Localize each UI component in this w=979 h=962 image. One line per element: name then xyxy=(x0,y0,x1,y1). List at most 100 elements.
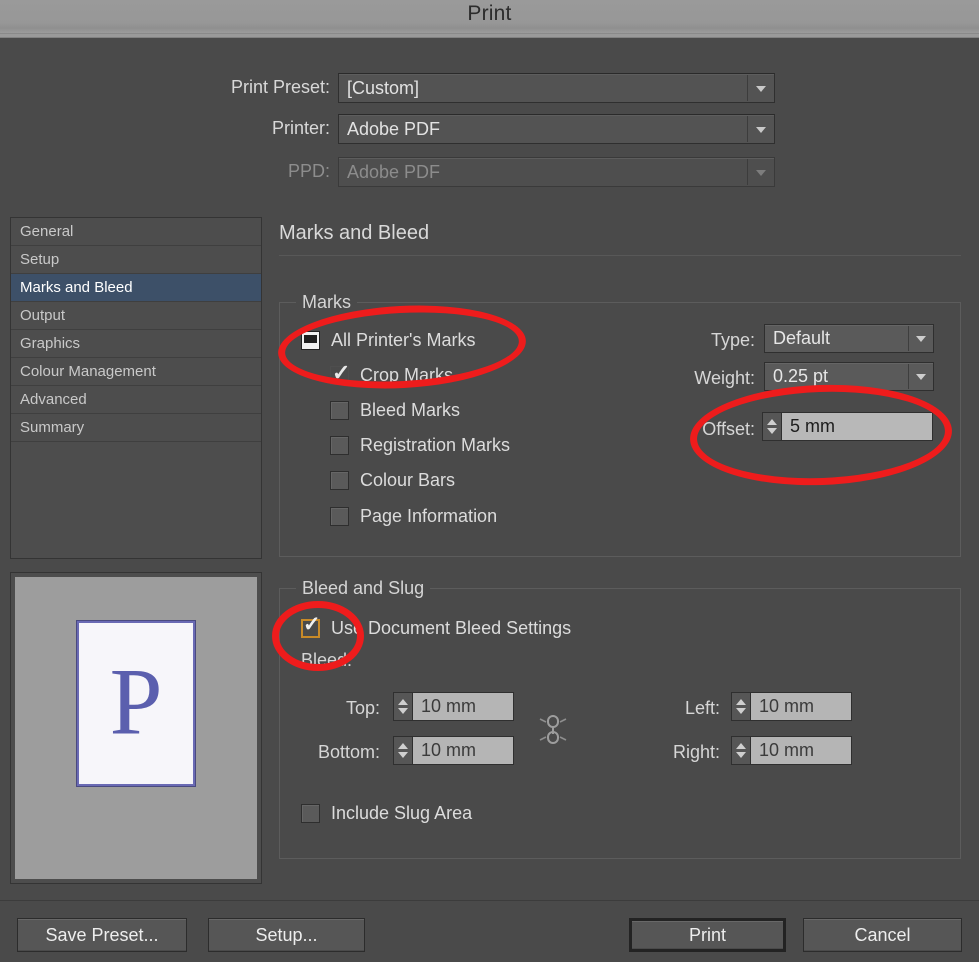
bleed-top-label: Top: xyxy=(345,698,380,718)
checkbox-all-printers-marks[interactable]: All Printer's Marks xyxy=(301,327,475,353)
bleed-bottom-value: 10 mm xyxy=(421,740,477,760)
ppd-row: PPD: xyxy=(150,157,330,187)
bleed-top-stepper[interactable]: 10 mm xyxy=(393,692,514,721)
mark-offset-stepper[interactable]: 5 mm xyxy=(762,412,933,441)
checkbox-bleed-marks[interactable]: Bleed Marks xyxy=(330,397,460,423)
stepper-down-icon[interactable] xyxy=(398,752,408,758)
category-list[interactable]: General Setup Marks and Bleed Output Gra… xyxy=(10,217,262,559)
sidebar-item-output[interactable]: Output xyxy=(11,302,261,330)
checkbox-checked-icon[interactable] xyxy=(330,360,350,386)
stepper-arrows-icon[interactable] xyxy=(731,692,750,721)
stepper-down-icon[interactable] xyxy=(736,708,746,714)
setup-button[interactable]: Setup... xyxy=(208,918,365,952)
chain-link-icon[interactable] xyxy=(538,713,568,747)
sidebar-item-general[interactable]: General xyxy=(11,218,261,246)
bleed-left-value: 10 mm xyxy=(759,696,815,716)
checkbox-use-document-bleed-settings[interactable]: Use Document Bleed Settings xyxy=(301,612,571,641)
chevron-down-icon[interactable] xyxy=(747,75,773,101)
bleed-top-row: Top: xyxy=(240,693,380,723)
checkbox-label: Page Information xyxy=(360,505,498,526)
ppd-label: PPD: xyxy=(287,161,330,181)
checkbox-label: Bleed Marks xyxy=(360,399,461,420)
bleed-right-input[interactable]: 10 mm xyxy=(750,736,852,765)
bleed-left-stepper[interactable]: 10 mm xyxy=(731,692,852,721)
checkbox-registration-marks[interactable]: Registration Marks xyxy=(330,432,510,458)
checkbox-empty-icon[interactable] xyxy=(330,470,349,490)
stepper-up-icon[interactable] xyxy=(736,699,746,705)
checkbox-empty-icon[interactable] xyxy=(330,435,349,455)
stepper-arrows-icon[interactable] xyxy=(393,692,412,721)
cancel-button[interactable]: Cancel xyxy=(803,918,962,952)
dialog-titlebar: Print xyxy=(0,0,979,33)
stepper-down-icon[interactable] xyxy=(736,752,746,758)
bleed-left-input[interactable]: 10 mm xyxy=(750,692,852,721)
ppd-dropdown: Adobe PDF xyxy=(338,157,775,187)
checkbox-checked-focused-icon[interactable] xyxy=(301,612,321,638)
page-preview-panel: P xyxy=(10,572,262,884)
sidebar-item-setup[interactable]: Setup xyxy=(11,246,261,274)
checkbox-crop-marks[interactable]: Crop Marks xyxy=(330,360,454,388)
checkbox-empty-icon[interactable] xyxy=(330,400,349,420)
mark-type-label: Type: xyxy=(710,330,755,350)
mark-type-dropdown[interactable]: Default xyxy=(764,324,934,353)
checkbox-label: All Printer's Marks xyxy=(331,329,476,350)
bleed-bottom-label: Bottom: xyxy=(317,742,380,762)
sidebar-item-label: Graphics xyxy=(20,335,81,352)
bleed-right-stepper[interactable]: 10 mm xyxy=(731,736,852,765)
sidebar-item-advanced[interactable]: Advanced xyxy=(11,386,261,414)
printer-value: Adobe PDF xyxy=(347,119,441,139)
mark-offset-input[interactable]: 5 mm xyxy=(781,412,933,441)
bleed-top-input[interactable]: 10 mm xyxy=(412,692,514,721)
category-list-empty-space xyxy=(11,442,261,552)
bleed-subheading: Bleed: xyxy=(301,650,353,670)
chevron-down-icon[interactable] xyxy=(908,326,932,351)
mark-offset-row: Offset: xyxy=(600,414,755,444)
save-preset-button[interactable]: Save Preset... xyxy=(17,918,187,952)
chevron-down-icon[interactable] xyxy=(908,364,932,389)
printer-dropdown[interactable]: Adobe PDF xyxy=(338,114,775,144)
checkbox-include-slug-area[interactable]: Include Slug Area xyxy=(301,800,472,826)
stepper-up-icon[interactable] xyxy=(398,743,408,749)
checkbox-mixed-icon[interactable] xyxy=(301,330,320,350)
bleed-right-value: 10 mm xyxy=(759,740,815,760)
stepper-up-icon[interactable] xyxy=(736,743,746,749)
sidebar-item-colour-management[interactable]: Colour Management xyxy=(11,358,261,386)
bleed-right-row: Right: xyxy=(590,737,720,767)
ppd-value: Adobe PDF xyxy=(347,162,441,182)
pane-title: Marks and Bleed xyxy=(279,222,430,244)
mark-offset-value: 5 mm xyxy=(790,416,835,436)
bleed-bottom-input[interactable]: 10 mm xyxy=(412,736,514,765)
checkbox-colour-bars[interactable]: Colour Bars xyxy=(330,467,455,493)
sidebar-item-label: Setup xyxy=(20,251,60,268)
sidebar-item-label: General xyxy=(20,223,74,240)
mark-weight-dropdown[interactable]: 0.25 pt xyxy=(764,362,934,391)
sidebar-item-graphics[interactable]: Graphics xyxy=(11,330,261,358)
bleed-top-value: 10 mm xyxy=(421,696,477,716)
stepper-arrows-icon[interactable] xyxy=(762,412,781,441)
stepper-arrows-icon[interactable] xyxy=(731,736,750,765)
footer-divider xyxy=(0,900,979,901)
chevron-down-icon[interactable] xyxy=(747,116,773,142)
chevron-down-icon xyxy=(747,159,773,185)
bleed-bottom-row: Bottom: xyxy=(240,737,380,767)
page-preview-letter: P xyxy=(109,648,163,755)
checkbox-empty-icon[interactable] xyxy=(330,506,349,526)
stepper-up-icon[interactable] xyxy=(767,419,777,425)
print-button[interactable]: Print xyxy=(629,918,786,952)
checkbox-label: Colour Bars xyxy=(360,469,456,490)
print-preset-dropdown[interactable]: [Custom] xyxy=(338,73,775,103)
stepper-up-icon[interactable] xyxy=(398,699,408,705)
stepper-arrows-icon[interactable] xyxy=(393,736,412,765)
stepper-down-icon[interactable] xyxy=(767,428,777,434)
checkbox-label: Crop Marks xyxy=(360,364,454,385)
printer-row: Printer: xyxy=(150,114,330,144)
print-dialog: Print Print Preset: [Custom] Printer: Ad… xyxy=(0,0,979,962)
sidebar-item-marks-and-bleed[interactable]: Marks and Bleed xyxy=(11,274,261,302)
checkbox-page-information[interactable]: Page Information xyxy=(330,503,497,529)
sidebar-item-label: Summary xyxy=(20,419,85,436)
mark-weight-row: Weight: xyxy=(600,363,755,393)
stepper-down-icon[interactable] xyxy=(398,708,408,714)
sidebar-item-summary[interactable]: Summary xyxy=(11,414,261,442)
bleed-bottom-stepper[interactable]: 10 mm xyxy=(393,736,514,765)
checkbox-empty-icon[interactable] xyxy=(301,803,320,823)
